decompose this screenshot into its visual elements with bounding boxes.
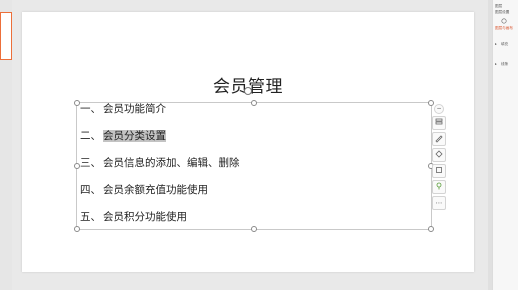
location-icon[interactable] (432, 180, 446, 194)
pane-title: 图层 (495, 4, 503, 8)
slide-thumbnail-panel (0, 0, 12, 290)
section-line[interactable]: 线条 (501, 62, 508, 67)
layers-icon[interactable] (432, 116, 446, 130)
shape-fill-icon[interactable] (432, 148, 446, 162)
selected-text[interactable]: 会员分类设置 (103, 130, 166, 142)
resize-handle-bottom-right[interactable] (428, 226, 434, 232)
outline-item-text: 会员积分功能使用 (103, 211, 187, 223)
outline-item[interactable]: 一、 会员功能简介 (80, 101, 166, 116)
chevron-right-icon[interactable]: ▸ (495, 42, 497, 46)
resize-handle-bottom[interactable] (251, 226, 257, 232)
outline-item-number: 一、 (80, 103, 101, 115)
slide-thumbnail[interactable] (0, 12, 12, 60)
pane-tab-active[interactable]: 图层与画布 (495, 26, 513, 31)
outline-item-number: 二、 (80, 130, 101, 142)
section-fill[interactable]: 填充 (501, 42, 508, 47)
outline-item-text: 会员信息的添加、编辑、删除 (103, 157, 240, 169)
pen-icon[interactable] (432, 132, 446, 146)
outline-item-text: 会员余额充值功能使用 (103, 184, 208, 196)
collapse-icon[interactable]: − (434, 104, 444, 114)
floating-toolbar: − ⋯ (432, 104, 446, 212)
outline-item-selected[interactable]: 二、 会员分类设置 (80, 128, 166, 143)
border-icon[interactable] (432, 164, 446, 178)
outline-item-number: 四、 (80, 184, 101, 196)
layers-tab-icon[interactable] (501, 18, 507, 25)
outline-item[interactable]: 三、 会员信息的添加、编辑、删除 (80, 155, 240, 170)
outline-item[interactable]: 四、 会员余额充值功能使用 (80, 182, 208, 197)
chevron-right-icon[interactable]: ▸ (495, 62, 497, 66)
task-pane: 图层 图层设置 图层与画布 ▸ 填充 ▸ 线条 (492, 0, 518, 290)
outline-item-number: 三、 (80, 157, 101, 169)
rotate-handle[interactable] (244, 87, 252, 95)
resize-handle-top[interactable] (251, 100, 257, 106)
outline-item-number: 五、 (80, 211, 101, 223)
outline-item[interactable]: 五、 会员积分功能使用 (80, 209, 187, 224)
resize-handle-bottom-left[interactable] (74, 226, 80, 232)
editing-canvas: 会员管理 一、会员功能简介 二、会员分类设置 三、会员信息的添加、编辑、删除 (12, 0, 492, 290)
more-icon[interactable]: ⋯ (432, 196, 446, 210)
slide[interactable]: 会员管理 一、会员功能简介 二、会员分类设置 三、会员信息的添加、编辑、删除 (22, 12, 474, 272)
pane-subtitle[interactable]: 图层设置 (495, 10, 509, 15)
outline-item-text: 会员功能简介 (103, 103, 166, 115)
presentation-editor: 会员管理 一、会员功能简介 二、会员分类设置 三、会员信息的添加、编辑、删除 (0, 0, 518, 290)
